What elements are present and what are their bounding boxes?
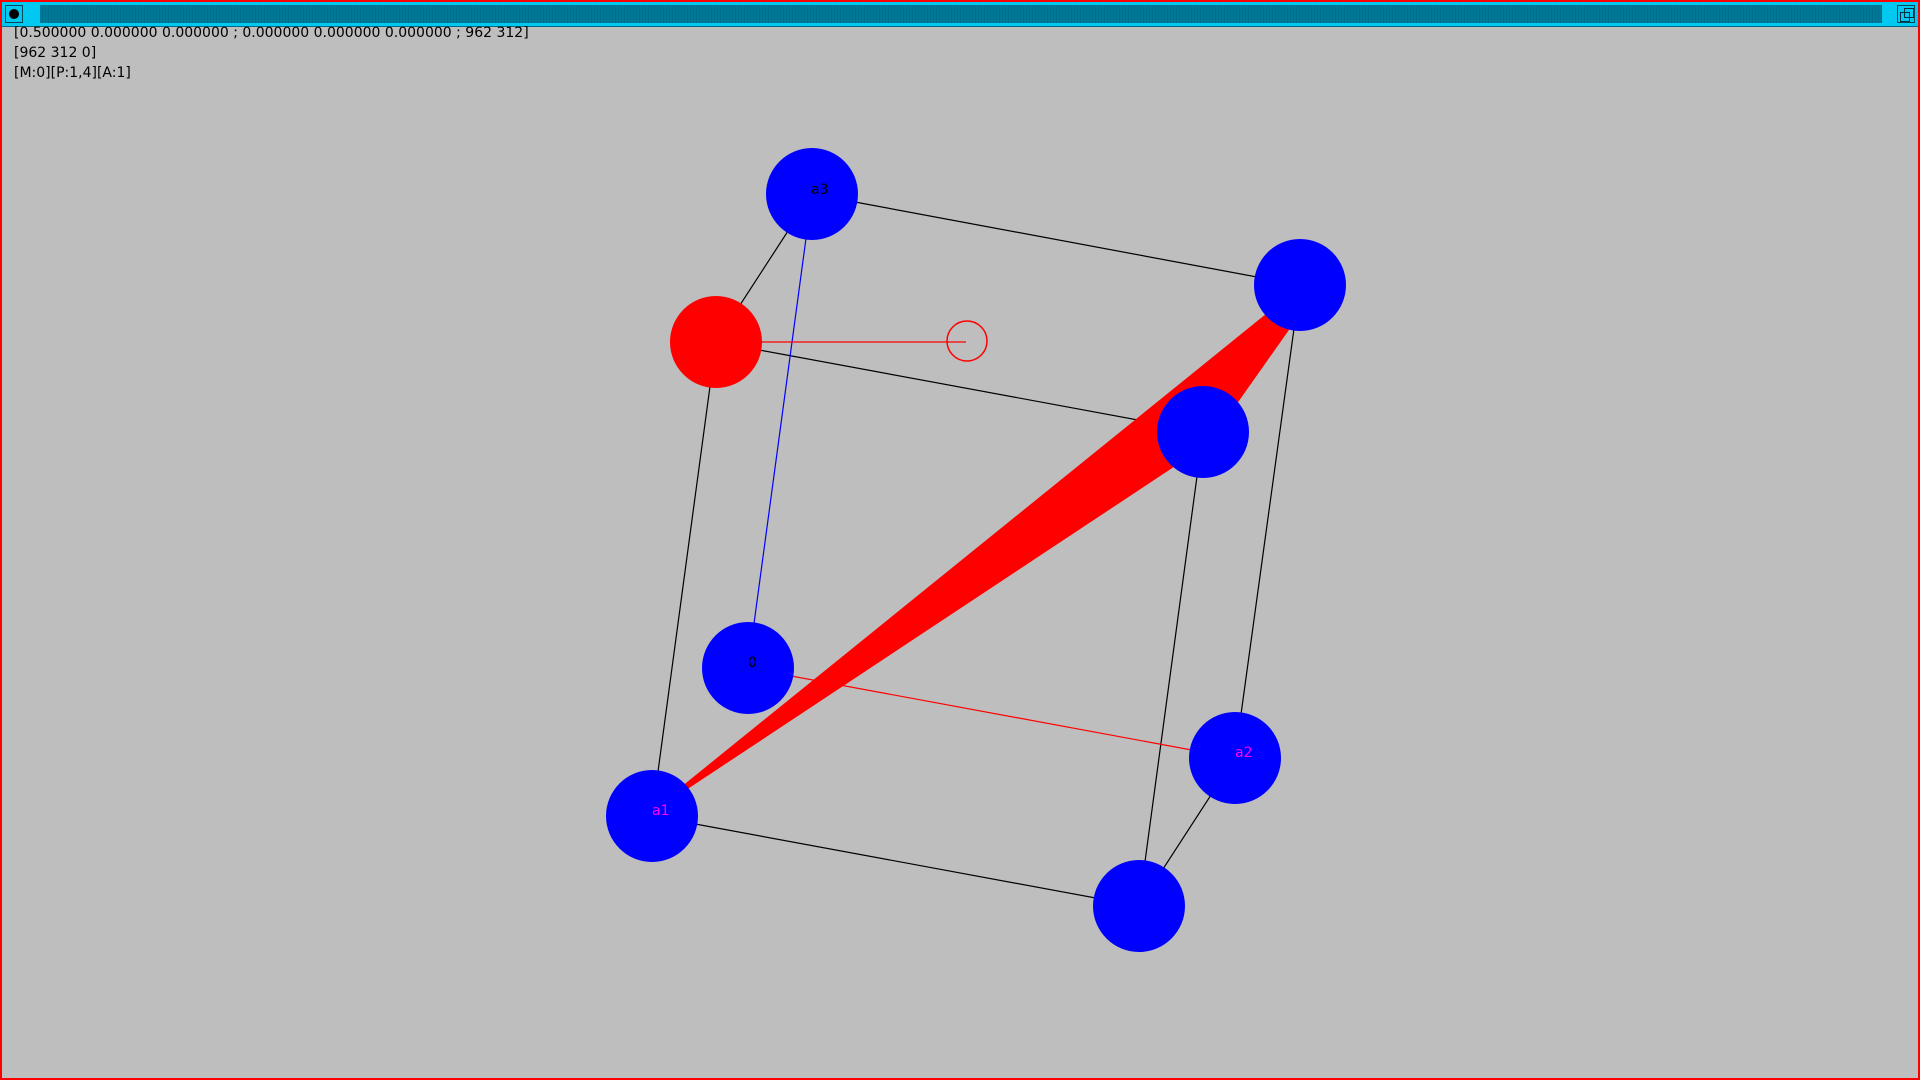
cell-edge: [651, 815, 1140, 907]
cell-edge: [651, 341, 717, 817]
cell-edge: [1138, 431, 1204, 907]
viewer-window: [0.500000 0.000000 0.000000 ; 0.000000 0…: [0, 0, 1920, 1080]
atom-label-a3: a3: [811, 182, 829, 198]
atom-corner[interactable]: [1157, 386, 1249, 478]
cursor-ring[interactable]: [946, 320, 988, 362]
a3-axis-line: [747, 193, 813, 669]
atom-label-origin: 0: [748, 655, 757, 671]
atom-corner[interactable]: [1093, 860, 1185, 952]
cell-edge: [811, 193, 1301, 286]
atom-selected[interactable]: [670, 296, 762, 388]
atom-label-a1: a1: [652, 803, 670, 819]
atom-corner[interactable]: [1254, 239, 1346, 331]
structure-canvas[interactable]: a3 0 a1 a2: [2, 2, 1918, 1078]
cell-edge: [715, 341, 1204, 433]
atom-label-a2: a2: [1235, 745, 1253, 761]
